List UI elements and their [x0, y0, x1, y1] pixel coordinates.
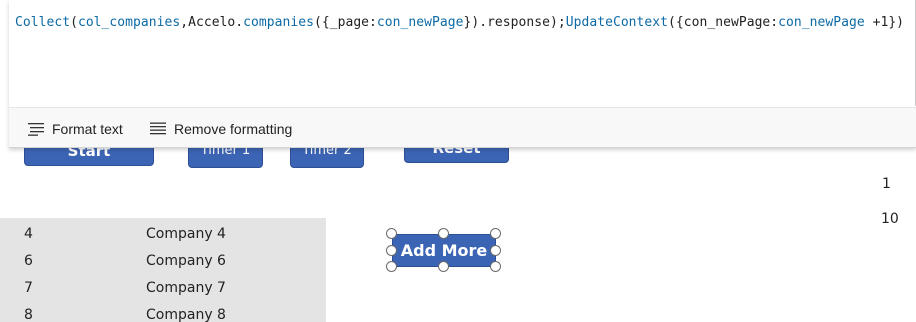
formula-token: ({con_newPage:	[668, 15, 779, 30]
resize-handle-right[interactable]	[490, 245, 501, 256]
formula-bar-expanded: Collect(col_companies,Accelo.companies({…	[9, 0, 916, 148]
companies-gallery[interactable]: 4 Company 4 6 Company 6 7 Company 7 8 Co…	[0, 218, 326, 322]
formula-token: con_newPage	[778, 15, 865, 30]
gallery-row[interactable]: 6 Company 6	[0, 245, 326, 272]
remove-formatting-icon	[150, 122, 166, 135]
formula-editor[interactable]: Collect(col_companies,Accelo.companies({…	[15, 15, 904, 30]
formula-token: col_companies	[77, 15, 181, 30]
formula-token: +1})	[864, 15, 905, 30]
formula-token: con_newPage	[376, 15, 464, 30]
record-count-label: 10	[881, 211, 899, 227]
formula-toolbar: Format text Remove formatting	[9, 108, 916, 147]
gallery-row[interactable]: 4 Company 4	[0, 218, 326, 245]
format-text-icon	[28, 123, 44, 136]
resize-handle-bottom-left[interactable]	[386, 261, 397, 272]
company-name: Company 7	[146, 280, 226, 296]
resize-handle-top-right[interactable]	[490, 228, 501, 239]
formula-token: companies	[243, 15, 314, 30]
gallery-row[interactable]: 7 Company 7	[0, 272, 326, 299]
company-name: Company 6	[146, 253, 226, 269]
remove-formatting-label: Remove formatting	[174, 121, 293, 137]
page-number-label: 1	[882, 176, 891, 192]
remove-formatting-button[interactable]: Remove formatting	[149, 120, 292, 138]
resize-handle-top[interactable]	[438, 228, 449, 239]
resize-handle-left[interactable]	[386, 245, 397, 256]
formula-token: ,Accelo.	[180, 15, 244, 30]
company-id: 7	[24, 280, 33, 296]
resize-handle-bottom[interactable]	[438, 261, 449, 272]
resize-handle-top-left[interactable]	[386, 228, 397, 239]
format-text-label: Format text	[52, 121, 123, 137]
formula-token: ({_page:	[313, 15, 377, 30]
gallery-row[interactable]: 8 Company 8	[0, 299, 326, 322]
formula-token: Collect	[15, 15, 71, 30]
company-id: 6	[24, 253, 33, 269]
formula-token: }).response);	[463, 15, 566, 30]
company-id: 8	[24, 307, 33, 322]
formula-token: UpdateContext	[565, 15, 669, 30]
resize-handle-bottom-right[interactable]	[490, 261, 501, 272]
company-id: 4	[24, 226, 33, 242]
formula-token: (	[70, 15, 78, 30]
company-name: Company 8	[146, 307, 226, 322]
company-name: Company 4	[146, 226, 226, 242]
format-text-button[interactable]: Format text	[27, 120, 123, 138]
